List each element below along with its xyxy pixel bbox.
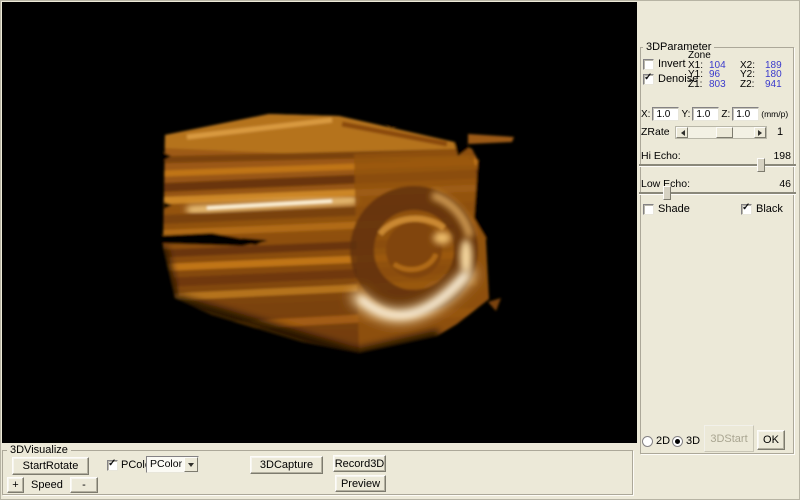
invert-checkbox[interactable] (643, 59, 654, 70)
hi-echo-slider-track[interactable] (639, 164, 796, 167)
start-rotate-button[interactable]: StartRotate (12, 457, 89, 475)
visualize-group-title: 3DVisualize (7, 444, 71, 456)
zone-table: X1: 104 X2: 189 Y1: 96 Y2: 180 Z1: 803 Z… (688, 61, 797, 89)
x-scale-label: X: (641, 109, 650, 120)
zrate-label: ZRate (641, 126, 670, 138)
shade-checkbox[interactable] (643, 204, 654, 215)
arrow-left-icon (678, 130, 685, 136)
zrate-scrollbar-thumb[interactable] (716, 127, 733, 138)
chevron-down-icon (188, 463, 194, 467)
render-viewport[interactable] (2, 2, 637, 443)
zone-value: 803 (709, 80, 740, 89)
mode-3d-radio[interactable] (672, 436, 683, 447)
y-scale-label: Y: (681, 109, 690, 120)
scale-row: X: 1.0 Y: 1.0 Z: 1.0 (mm/p) (641, 107, 788, 121)
shade-label: Shade (658, 203, 690, 215)
preview-button[interactable]: Preview (335, 475, 386, 492)
parameter-panel: 3DParameter Invert Denoise Zone X1: 104 … (637, 0, 800, 500)
pcolor-select[interactable]: PColor (146, 456, 199, 473)
ok-button[interactable]: OK (757, 430, 785, 450)
y-scale-input[interactable]: 1.0 (692, 107, 719, 121)
hi-echo-slider[interactable] (639, 158, 796, 173)
low-echo-slider[interactable] (639, 186, 796, 201)
zrate-scroll-left-button[interactable] (676, 127, 688, 138)
z-scale-label: Z: (721, 109, 730, 120)
zrate-value: 1 (777, 126, 783, 138)
low-echo-slider-thumb[interactable] (663, 186, 671, 200)
denoise-checkbox[interactable] (643, 74, 654, 85)
speed-minus-button[interactable]: - (70, 477, 98, 493)
pcolor-checkbox[interactable] (107, 460, 118, 471)
mode-2d-label: 2D (656, 435, 670, 447)
speed-label: Speed (31, 479, 63, 491)
pcolor-select-value: PColor (150, 458, 182, 470)
app-window: { "window": { "bg_color": "#ece9d8", "vi… (0, 0, 800, 500)
zone-value: 941 (765, 80, 797, 89)
pcolor-select-drop-button[interactable] (184, 457, 198, 472)
black-label: Black (756, 203, 783, 215)
speed-plus-button[interactable]: + (7, 477, 24, 493)
zone-label: Z2: (740, 80, 765, 89)
zone-label: Z1: (688, 80, 709, 89)
mode-2d-radio[interactable] (642, 436, 653, 447)
zrate-scroll-right-button[interactable] (754, 127, 766, 138)
arrow-right-icon (758, 130, 765, 136)
record3d-button[interactable]: Record3D (333, 455, 386, 472)
black-checkbox[interactable] (741, 204, 752, 215)
volume-render-3d (2, 2, 637, 443)
x-scale-input[interactable]: 1.0 (652, 107, 679, 121)
3dcapture-button[interactable]: 3DCapture (250, 456, 323, 474)
3dstart-button[interactable]: 3DStart (704, 425, 754, 452)
z-scale-input[interactable]: 1.0 (732, 107, 759, 121)
mode-3d-label: 3D (686, 435, 700, 447)
zrate-scrollbar[interactable] (675, 126, 767, 139)
scale-unit-label: (mm/p) (761, 109, 788, 119)
hi-echo-slider-thumb[interactable] (757, 158, 765, 172)
invert-label: Invert (658, 58, 686, 70)
